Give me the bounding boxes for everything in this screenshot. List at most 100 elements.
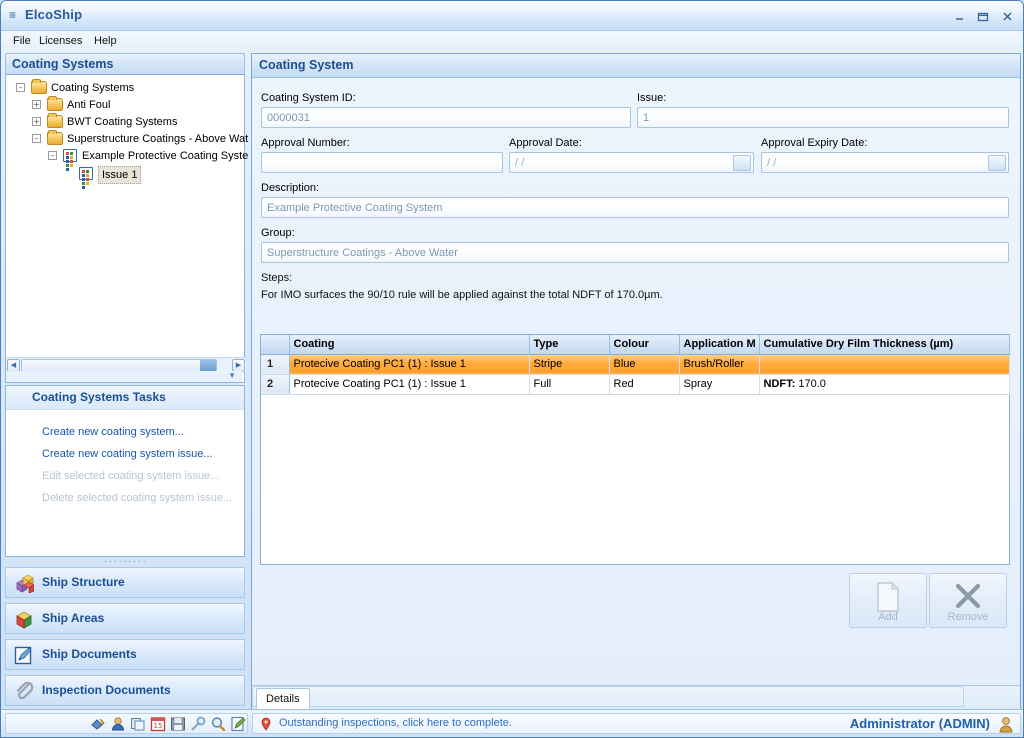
group-label: Group: — [261, 227, 295, 239]
tree-horizontal-scrollbar[interactable]: ◀ ▶ — [6, 357, 246, 372]
tasks-panel-title: Coating Systems Tasks — [6, 386, 244, 410]
ndft-value: 170.0 — [795, 378, 826, 390]
pin-icon — [259, 717, 273, 731]
tasks-panel: Coating Systems Tasks Create new coating… — [5, 385, 245, 565]
approval-expiry-date-value: / / — [767, 157, 777, 169]
application-window: ≡ ElcoShip File Licenses Help Coating Sy… — [0, 0, 1024, 738]
row-number: 1 — [261, 354, 290, 375]
approval-expiry-date-field[interactable]: / / — [761, 152, 1009, 173]
tree-node-anti-foul[interactable]: + Anti Foul — [12, 96, 244, 113]
issue-field[interactable]: 1 — [637, 107, 1009, 128]
approval-number-field[interactable] — [261, 152, 503, 173]
status-message-area[interactable]: Outstanding inspections, click here to c… — [252, 713, 1021, 734]
steps-note: For IMO surfaces the 90/10 rule will be … — [261, 289, 663, 301]
tree-node-example-protective-coating-system[interactable]: – Example Protective Coating Syste — [12, 148, 248, 171]
app-menu-icon[interactable]: ≡ — [9, 9, 21, 21]
search-icon[interactable] — [210, 716, 226, 732]
menu-item-help[interactable]: Help — [89, 34, 122, 49]
tree-node-superstructure-coatings[interactable]: – Superstructure Coatings - Above Wat — [12, 130, 248, 147]
tab-strip: Details Used By — [252, 685, 1020, 709]
sidebar-item-ship-documents[interactable]: Ship Documents — [5, 639, 245, 670]
current-user-label: Administrator (ADMIN) — [849, 716, 990, 731]
approval-expiry-date-picker-button[interactable] — [988, 155, 1006, 171]
folder-icon — [47, 113, 63, 128]
sidebar-item-ship-structure[interactable]: Ship Structure — [5, 567, 245, 598]
user-icon[interactable] — [110, 716, 126, 732]
approval-date-value: / / — [515, 157, 525, 169]
coating-system-icon — [63, 149, 77, 171]
cell-type[interactable]: Stripe — [529, 354, 610, 375]
group-field[interactable]: Superstructure Coatings - Above Water — [261, 242, 1009, 263]
tree-expander-icon[interactable]: – — [32, 134, 41, 143]
coating-steps-grid[interactable]: Coating Type Colour Application M Cumula… — [260, 334, 1010, 565]
tab-used-by[interactable]: Used By — [252, 686, 964, 707]
maximize-button[interactable] — [973, 8, 993, 24]
grid-col-colour[interactable]: Colour — [609, 335, 680, 355]
tree-scroll-down-arrow[interactable]: ▼ — [6, 371, 242, 382]
cell-colour[interactable]: Red — [609, 374, 680, 395]
coating-systems-tree[interactable]: – Coating Systems + Anti Foul + BWT Coat… — [5, 75, 248, 383]
left-panel-title: Coating Systems — [5, 53, 245, 75]
task-create-new-coating-system-issue[interactable]: Create new coating system issue... — [42, 438, 244, 460]
sidebar-item-label: Ship Areas — [42, 611, 105, 625]
title-bar: ≡ ElcoShip — [1, 1, 1023, 31]
scroll-thumb-end — [200, 360, 216, 371]
content-panel: Coating System Coating System ID: 000003… — [251, 53, 1021, 710]
cell-application-method[interactable]: Spray — [679, 374, 760, 395]
grid-col-type[interactable]: Type — [529, 335, 610, 355]
cell-type[interactable]: Full — [529, 374, 610, 395]
grid-col-application-method[interactable]: Application M — [679, 335, 760, 355]
menu-item-file[interactable]: File — [8, 34, 36, 49]
cell-coating[interactable]: Protecive Coating PC1 (1) : Issue 1 — [289, 374, 530, 395]
save-icon[interactable] — [170, 716, 186, 732]
cell-colour[interactable]: Blue — [609, 354, 680, 375]
edit-icon[interactable] — [230, 716, 246, 732]
add-button: Add — [849, 573, 927, 628]
window-title: ElcoShip — [25, 7, 83, 22]
cell-thickness[interactable] — [759, 354, 1010, 375]
task-create-new-coating-system[interactable]: Create new coating system... — [42, 410, 244, 438]
tree-expander-icon[interactable]: – — [48, 151, 57, 160]
sidebar-item-inspection-documents[interactable]: Inspection Documents — [5, 675, 245, 706]
cell-application-method[interactable]: Brush/Roller — [679, 354, 760, 375]
status-message[interactable]: Outstanding inspections, click here to c… — [279, 717, 512, 729]
copy-icon[interactable] — [130, 716, 146, 732]
paperclip-icon — [14, 681, 34, 701]
grid-col-coating[interactable]: Coating — [289, 335, 530, 355]
coating-system-id-label: Coating System ID: — [261, 92, 356, 104]
tree-node-issue-1[interactable]: Issue 1 — [12, 166, 244, 189]
cell-thickness[interactable]: NDFT: 170.0 — [759, 374, 1010, 395]
table-row[interactable]: 1 Protecive Coating PC1 (1) : Issue 1 St… — [261, 354, 1010, 375]
minimize-button[interactable] — [949, 8, 969, 24]
folder-icon — [31, 79, 47, 94]
remove-button: Remove — [929, 573, 1007, 628]
description-label: Description: — [261, 182, 320, 194]
remove-button-label: Remove — [947, 611, 989, 623]
table-row[interactable]: 2 Protecive Coating PC1 (1) : Issue 1 Fu… — [261, 374, 1010, 395]
close-button[interactable] — [997, 8, 1017, 24]
approval-date-field[interactable]: / / — [509, 152, 754, 173]
panel-resize-grip[interactable]: ......... — [6, 554, 246, 565]
paint-icon[interactable] — [90, 716, 106, 732]
grid-col-rownum[interactable] — [261, 335, 290, 355]
tree-node-coating-systems[interactable]: – Coating Systems — [12, 79, 244, 96]
grid-col-cumulative-dry-film-thickness[interactable]: Cumulative Dry Film Thickness (µm) — [759, 335, 1010, 355]
tab-details[interactable]: Details — [256, 688, 310, 709]
menu-item-licenses[interactable]: Licenses — [34, 34, 87, 49]
coating-system-id-field[interactable]: 0000031 — [261, 107, 631, 128]
cell-coating[interactable]: Protecive Coating PC1 (1) : Issue 1 — [289, 354, 530, 375]
tree-expander-icon[interactable]: + — [32, 100, 41, 109]
tree-node-bwt-coating-systems[interactable]: + BWT Coating Systems — [12, 113, 244, 130]
calendar-icon[interactable]: 15 — [150, 716, 166, 732]
pen-document-icon — [14, 646, 34, 665]
tree-expander-icon[interactable]: + — [32, 117, 41, 126]
description-field[interactable]: Example Protective Coating System — [261, 197, 1009, 218]
ndft-prefix: NDFT: — [763, 378, 796, 390]
tree-expander-icon[interactable]: – — [16, 83, 25, 92]
status-toolbar: 15 — [5, 713, 248, 734]
svg-text:15: 15 — [154, 722, 163, 730]
key-icon[interactable] — [190, 716, 206, 732]
approval-date-picker-button[interactable] — [733, 155, 751, 171]
left-panel: Coating Systems – Coating Systems + Anti… — [5, 53, 248, 737]
sidebar-item-ship-areas[interactable]: Ship Areas — [5, 603, 245, 634]
